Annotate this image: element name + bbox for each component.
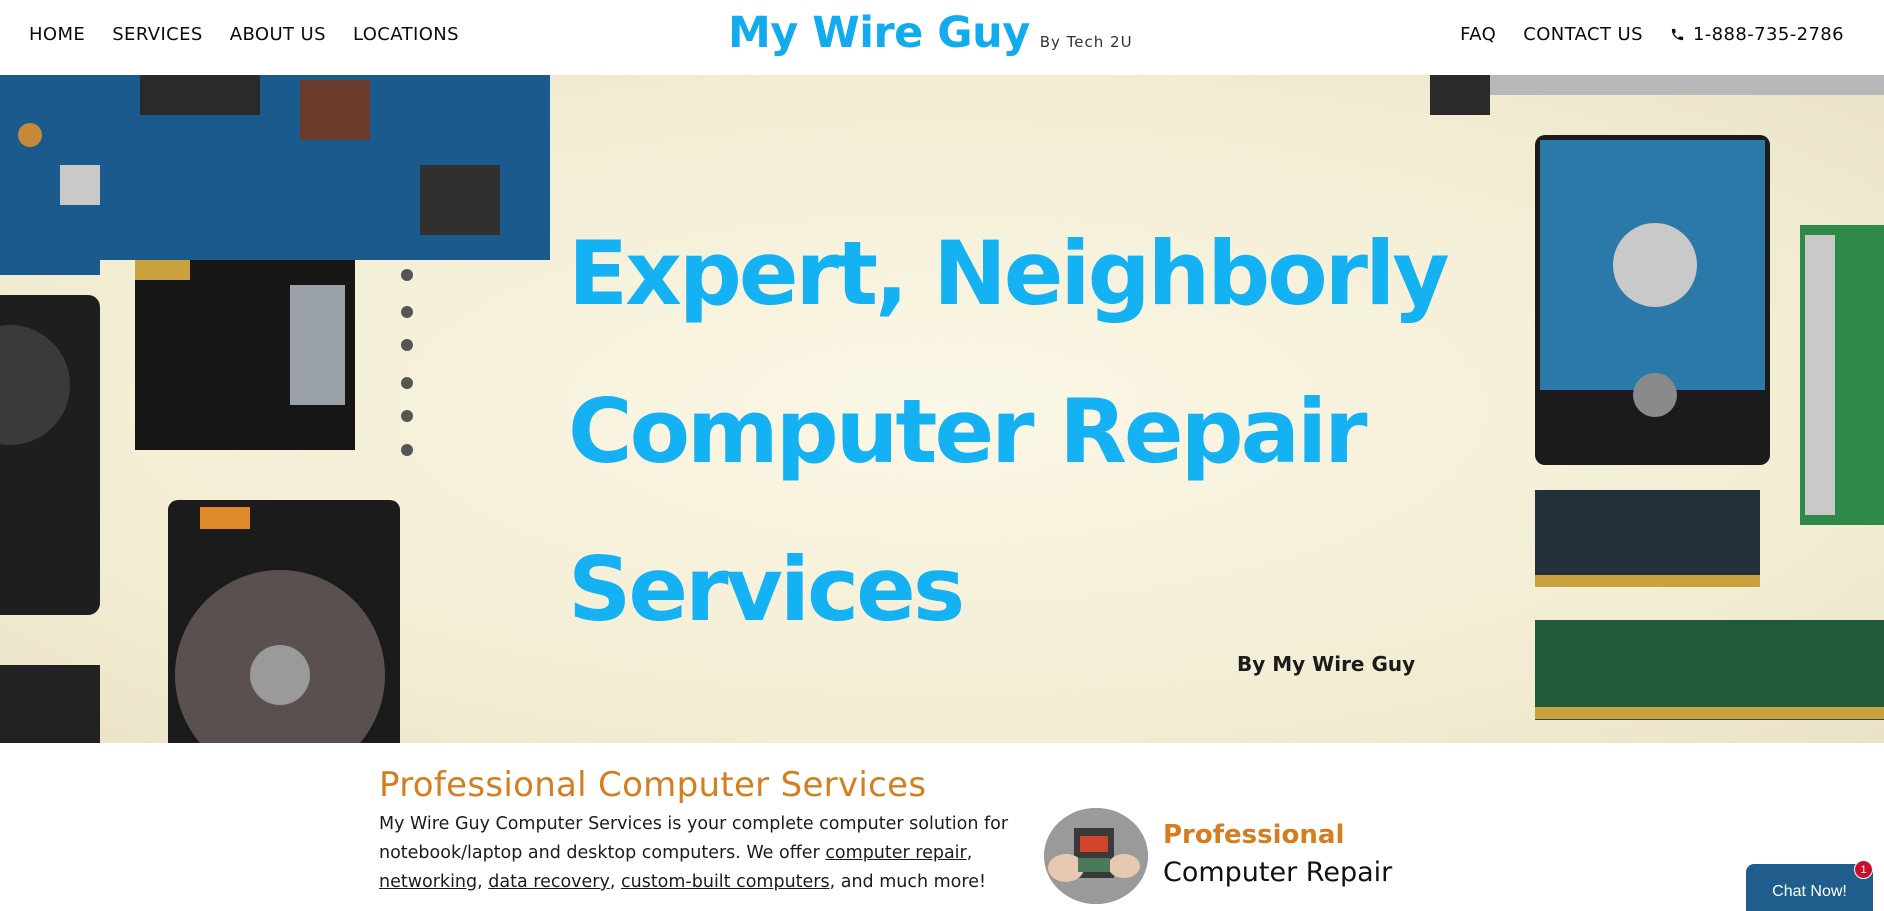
section-title: Professional Computer Services <box>379 765 927 805</box>
repair-photo-icon <box>1044 808 1148 904</box>
site-header: HOME SERVICES ABOUT US LOCATIONS My Wire… <box>0 0 1884 75</box>
hero-heading: Expert, Neighborly Computer Repair Servi… <box>568 195 1468 669</box>
chat-notification-badge: 1 <box>1854 860 1873 879</box>
link-data-recovery[interactable]: data recovery <box>488 872 610 892</box>
section-description: My Wire Guy Computer Services is your co… <box>379 814 1009 892</box>
nav-faq[interactable]: FAQ <box>1460 24 1496 45</box>
hero-byline: By My Wire Guy <box>1237 652 1416 676</box>
brand-subtitle: By Tech 2U <box>1039 33 1133 51</box>
brand-title: My Wire Guy <box>728 8 1030 58</box>
link-networking[interactable]: networking <box>379 872 477 892</box>
hero-heading-line2: Computer Repair <box>568 380 1368 483</box>
computer-repair-thumbnail <box>1044 808 1148 904</box>
nav-home[interactable]: HOME <box>29 24 85 45</box>
secondary-nav: FAQ CONTACT US 1-888-735-2786 <box>1460 24 1844 45</box>
card-heading: Professional <box>1163 820 1345 850</box>
section-text-outro: , and much more! <box>829 872 986 892</box>
link-custom-built-computers[interactable]: custom-built computers <box>621 872 830 892</box>
hero-heading-line1: Expert, Neighborly <box>568 222 1450 325</box>
primary-nav: HOME SERVICES ABOUT US LOCATIONS <box>29 24 459 45</box>
nav-services[interactable]: SERVICES <box>112 24 203 45</box>
phone-icon <box>1671 28 1684 41</box>
nav-locations[interactable]: LOCATIONS <box>353 24 459 45</box>
phone-number: 1-888-735-2786 <box>1692 24 1844 45</box>
nav-contact-us[interactable]: CONTACT US <box>1523 24 1643 45</box>
hero-heading-line3: Services <box>568 538 965 641</box>
brand-logo[interactable]: My Wire Guy By Tech 2U <box>728 8 1133 58</box>
phone-link[interactable]: 1-888-735-2786 <box>1670 24 1844 45</box>
card-subheading: Computer Repair <box>1163 857 1393 888</box>
nav-about-us[interactable]: ABOUT US <box>230 24 326 45</box>
link-computer-repair[interactable]: computer repair <box>825 843 966 863</box>
hero-banner: Expert, Neighborly Computer Repair Servi… <box>0 75 1884 743</box>
